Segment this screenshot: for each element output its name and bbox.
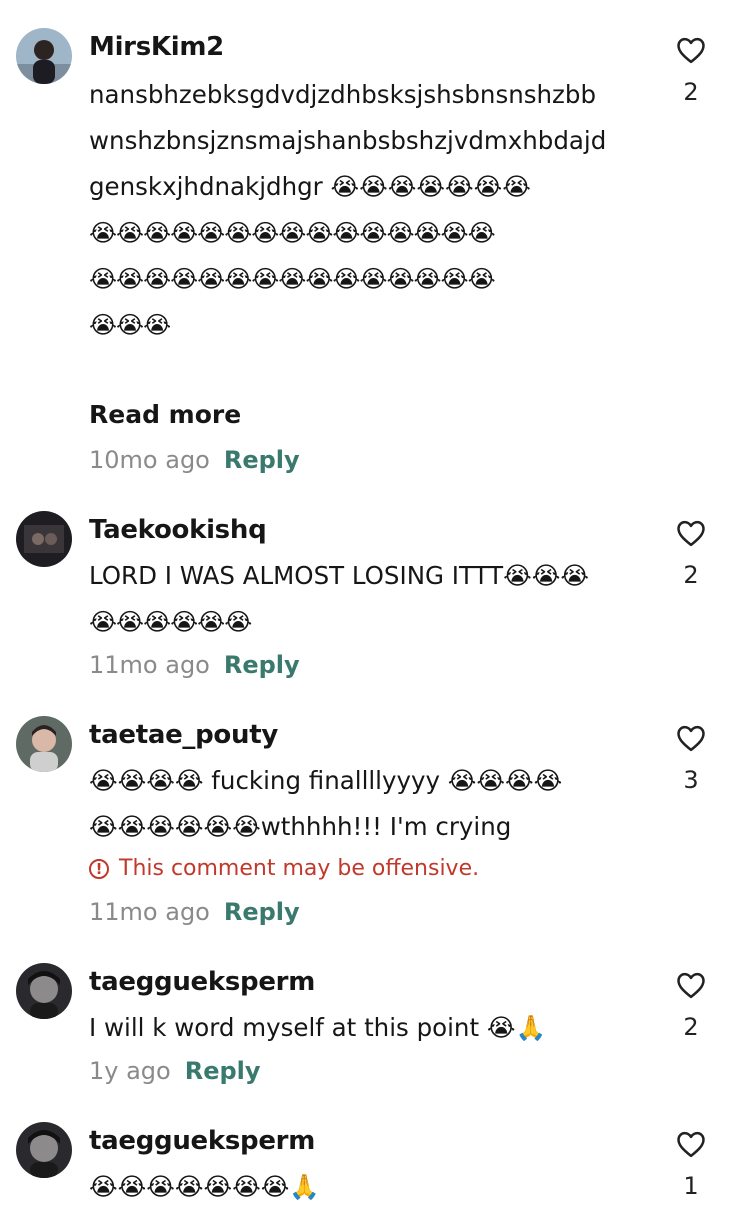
comment-meta: 1y ago Reply (89, 1057, 261, 1085)
like-button[interactable]: 3 (668, 724, 714, 794)
avatar[interactable] (16, 716, 72, 772)
comment-line: 😭😭😭😭😭😭 (89, 608, 252, 636)
comment-line: nansbhzebksgdvdjzdhbsksjshsbnsnshzbb (89, 80, 597, 109)
comment-line: 😭😭😭😭😭😭wthhhh!!! I'm crying (89, 812, 512, 841)
comment-line: wnshzbnsjznsmajshanbsbshzjvdmxhbdajd (89, 126, 607, 155)
comment-time: 1y ago (89, 1057, 171, 1085)
comment-meta: 11mo ago Reply (89, 898, 300, 926)
like-count: 1 (683, 1172, 699, 1200)
heart-outline-icon (677, 1131, 705, 1158)
warning-text: This comment may be offensive. (119, 856, 480, 881)
comment-text: nansbhzebksgdvdjzdhbsksjshsbnsnshzbb wns… (89, 72, 634, 348)
like-count: 2 (683, 561, 699, 589)
comment-time: 11mo ago (89, 651, 210, 679)
username[interactable]: taeggueksperm (89, 967, 315, 997)
like-count: 3 (683, 766, 699, 794)
exclamation-circle-icon: ! (89, 858, 109, 879)
comment-text: LORD I WAS ALMOST LOSING ITTT😭😭😭 😭😭😭😭😭😭 (89, 553, 634, 645)
comment-text: 😭😭😭😭 fucking finallllyyyy 😭😭😭😭 😭😭😭😭😭😭wth… (89, 758, 634, 850)
avatar[interactable] (16, 511, 72, 567)
comment-time: 10mo ago (89, 446, 210, 474)
like-button[interactable]: 2 (668, 519, 714, 589)
read-more-link[interactable]: Read more (89, 400, 241, 429)
heart-outline-icon (677, 37, 705, 64)
comment-meta: 10mo ago Reply (89, 446, 300, 474)
comment-text: 😭😭😭😭😭😭😭🙏 (89, 1164, 634, 1210)
reply-button[interactable]: Reply (185, 1057, 261, 1085)
like-button[interactable]: 1 (668, 1130, 714, 1200)
username[interactable]: taeggueksperm (89, 1126, 315, 1156)
like-count: 2 (683, 78, 699, 106)
heart-outline-icon (677, 972, 705, 999)
comment-meta: 11mo ago Reply (89, 651, 300, 679)
comment-time: 11mo ago (89, 898, 210, 926)
like-button[interactable]: 2 (668, 36, 714, 106)
username[interactable]: taetae_pouty (89, 720, 278, 750)
heart-outline-icon (677, 520, 705, 547)
offensive-warning: ! This comment may be offensive. (89, 856, 479, 881)
reply-button[interactable]: Reply (224, 898, 300, 926)
like-count: 2 (683, 1013, 699, 1041)
comment-line: 😭😭😭😭😭😭😭😭😭😭😭😭😭😭😭 (89, 219, 496, 247)
reply-button[interactable]: Reply (224, 446, 300, 474)
comment-line: genskxjhdnakjdhgr 😭😭😭😭😭😭😭 (89, 172, 531, 201)
comment-text: I will k word myself at this point 😭🙏 (89, 1005, 634, 1051)
like-button[interactable]: 2 (668, 971, 714, 1041)
comment-line: 😭😭😭 (89, 311, 171, 339)
comment-line: 😭😭😭😭😭😭😭😭😭😭😭😭😭😭😭 (89, 265, 496, 293)
username[interactable]: Taekookishq (89, 515, 267, 545)
avatar[interactable] (16, 1122, 72, 1178)
comment-line: 😭😭😭😭😭😭😭🙏 (89, 1172, 320, 1201)
comment-line: LORD I WAS ALMOST LOSING ITTT😭😭😭 (89, 561, 589, 590)
comment-line: 😭😭😭😭 fucking finallllyyyy 😭😭😭😭 (89, 766, 563, 795)
heart-outline-icon (677, 725, 705, 752)
reply-button[interactable]: Reply (224, 651, 300, 679)
avatar[interactable] (16, 963, 72, 1019)
username[interactable]: MirsKim2 (89, 32, 224, 62)
avatar[interactable] (16, 28, 72, 84)
comment-line: I will k word myself at this point 😭🙏 (89, 1013, 546, 1042)
